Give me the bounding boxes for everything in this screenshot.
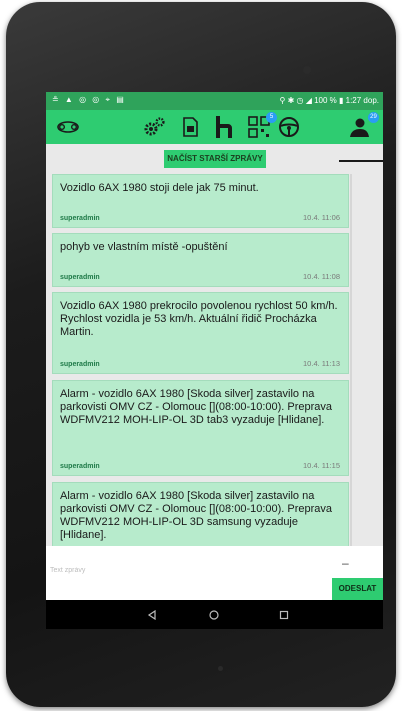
- collapse-button[interactable]: –: [342, 556, 350, 570]
- message-sender: superadmin: [60, 215, 100, 222]
- status-bar-right: ⚲ ✱ ◷ ◢ 100 % ▮ 1:27 dop.: [280, 96, 380, 105]
- steering-wheel-icon[interactable]: [275, 114, 303, 140]
- message-item: Vozidlo 6AX 1980 prekrocilo povolenou ry…: [52, 292, 349, 374]
- recents-icon[interactable]: [270, 604, 298, 625]
- status-bar-time: 100 % ▮ 1:27 dop.: [314, 96, 379, 105]
- message-text: Vozidlo 6AX 1980 prekrocilo povolenou ry…: [60, 300, 338, 338]
- user-badge: 29: [368, 112, 379, 123]
- message-time: 10.4. 11:13: [303, 359, 340, 368]
- message-text: Alarm - vozidlo 6AX 1980 [Skoda silver] …: [60, 490, 333, 541]
- status-bar-notification-icons: ≗ ▲ ◎ ◎ ⌖ ▤: [52, 95, 126, 104]
- message-item: Vozidlo 6AX 1980 stoji dele jak 75 minut…: [52, 174, 349, 228]
- home-icon[interactable]: [200, 604, 228, 625]
- message-time: 10.4. 11:06: [303, 213, 340, 222]
- message-text: Vozidlo 6AX 1980 stoji dele jak 75 minut…: [60, 182, 259, 194]
- load-older-messages-button[interactable]: NAČÍST STARŠÍ ZPRÁVY: [164, 150, 266, 168]
- status-bar: ≗ ▲ ◎ ◎ ⌖ ▤ ⚲ ✱ ◷ ◢ 100 % ▮ 1:27 dop.: [46, 92, 383, 110]
- message-sender: superadmin: [60, 361, 100, 368]
- message-sender: superadmin: [60, 274, 100, 281]
- scrollbar[interactable]: [350, 174, 352, 546]
- compose-bar: – ODESLAT: [46, 546, 383, 600]
- phone-with-u-icon[interactable]: [210, 114, 238, 140]
- bottom-sensor: [218, 666, 223, 671]
- back-icon[interactable]: [138, 604, 166, 625]
- toolbar: 5 29: [46, 110, 383, 162]
- app-screen: ≗ ▲ ◎ ◎ ⌖ ▤ ⚲ ✱ ◷ ◢ 100 % ▮ 1:27 dop. 5 …: [46, 92, 383, 629]
- settings-gears-icon[interactable]: [140, 114, 168, 140]
- user-icon[interactable]: 29: [347, 112, 379, 140]
- message-item: Alarm - vozidlo 6AX 1980 [Skoda silver] …: [52, 380, 349, 476]
- message-input[interactable]: [48, 566, 332, 575]
- message-time: 10.4. 11:15: [303, 461, 340, 470]
- message-text: pohyb ve vlastním místě -opuštění: [60, 241, 228, 253]
- message-item: pohyb ve vlastním místě -opuštění supera…: [52, 233, 349, 287]
- system-nav-bar: [46, 600, 383, 629]
- front-camera: [303, 66, 311, 74]
- active-tab-indicator: [339, 160, 383, 162]
- message-time: 10.4. 11:08: [303, 272, 340, 281]
- car-icon[interactable]: [54, 114, 82, 140]
- send-button[interactable]: ODESLAT: [332, 578, 383, 600]
- sim-card-icon[interactable]: [176, 114, 204, 140]
- qr-code-icon[interactable]: 5: [245, 112, 277, 140]
- message-sender: superadmin: [60, 463, 100, 470]
- status-bar-system-icons: ⚲ ✱ ◷ ◢: [279, 96, 315, 105]
- message-text: Alarm - vozidlo 6AX 1980 [Skoda silver] …: [60, 388, 333, 426]
